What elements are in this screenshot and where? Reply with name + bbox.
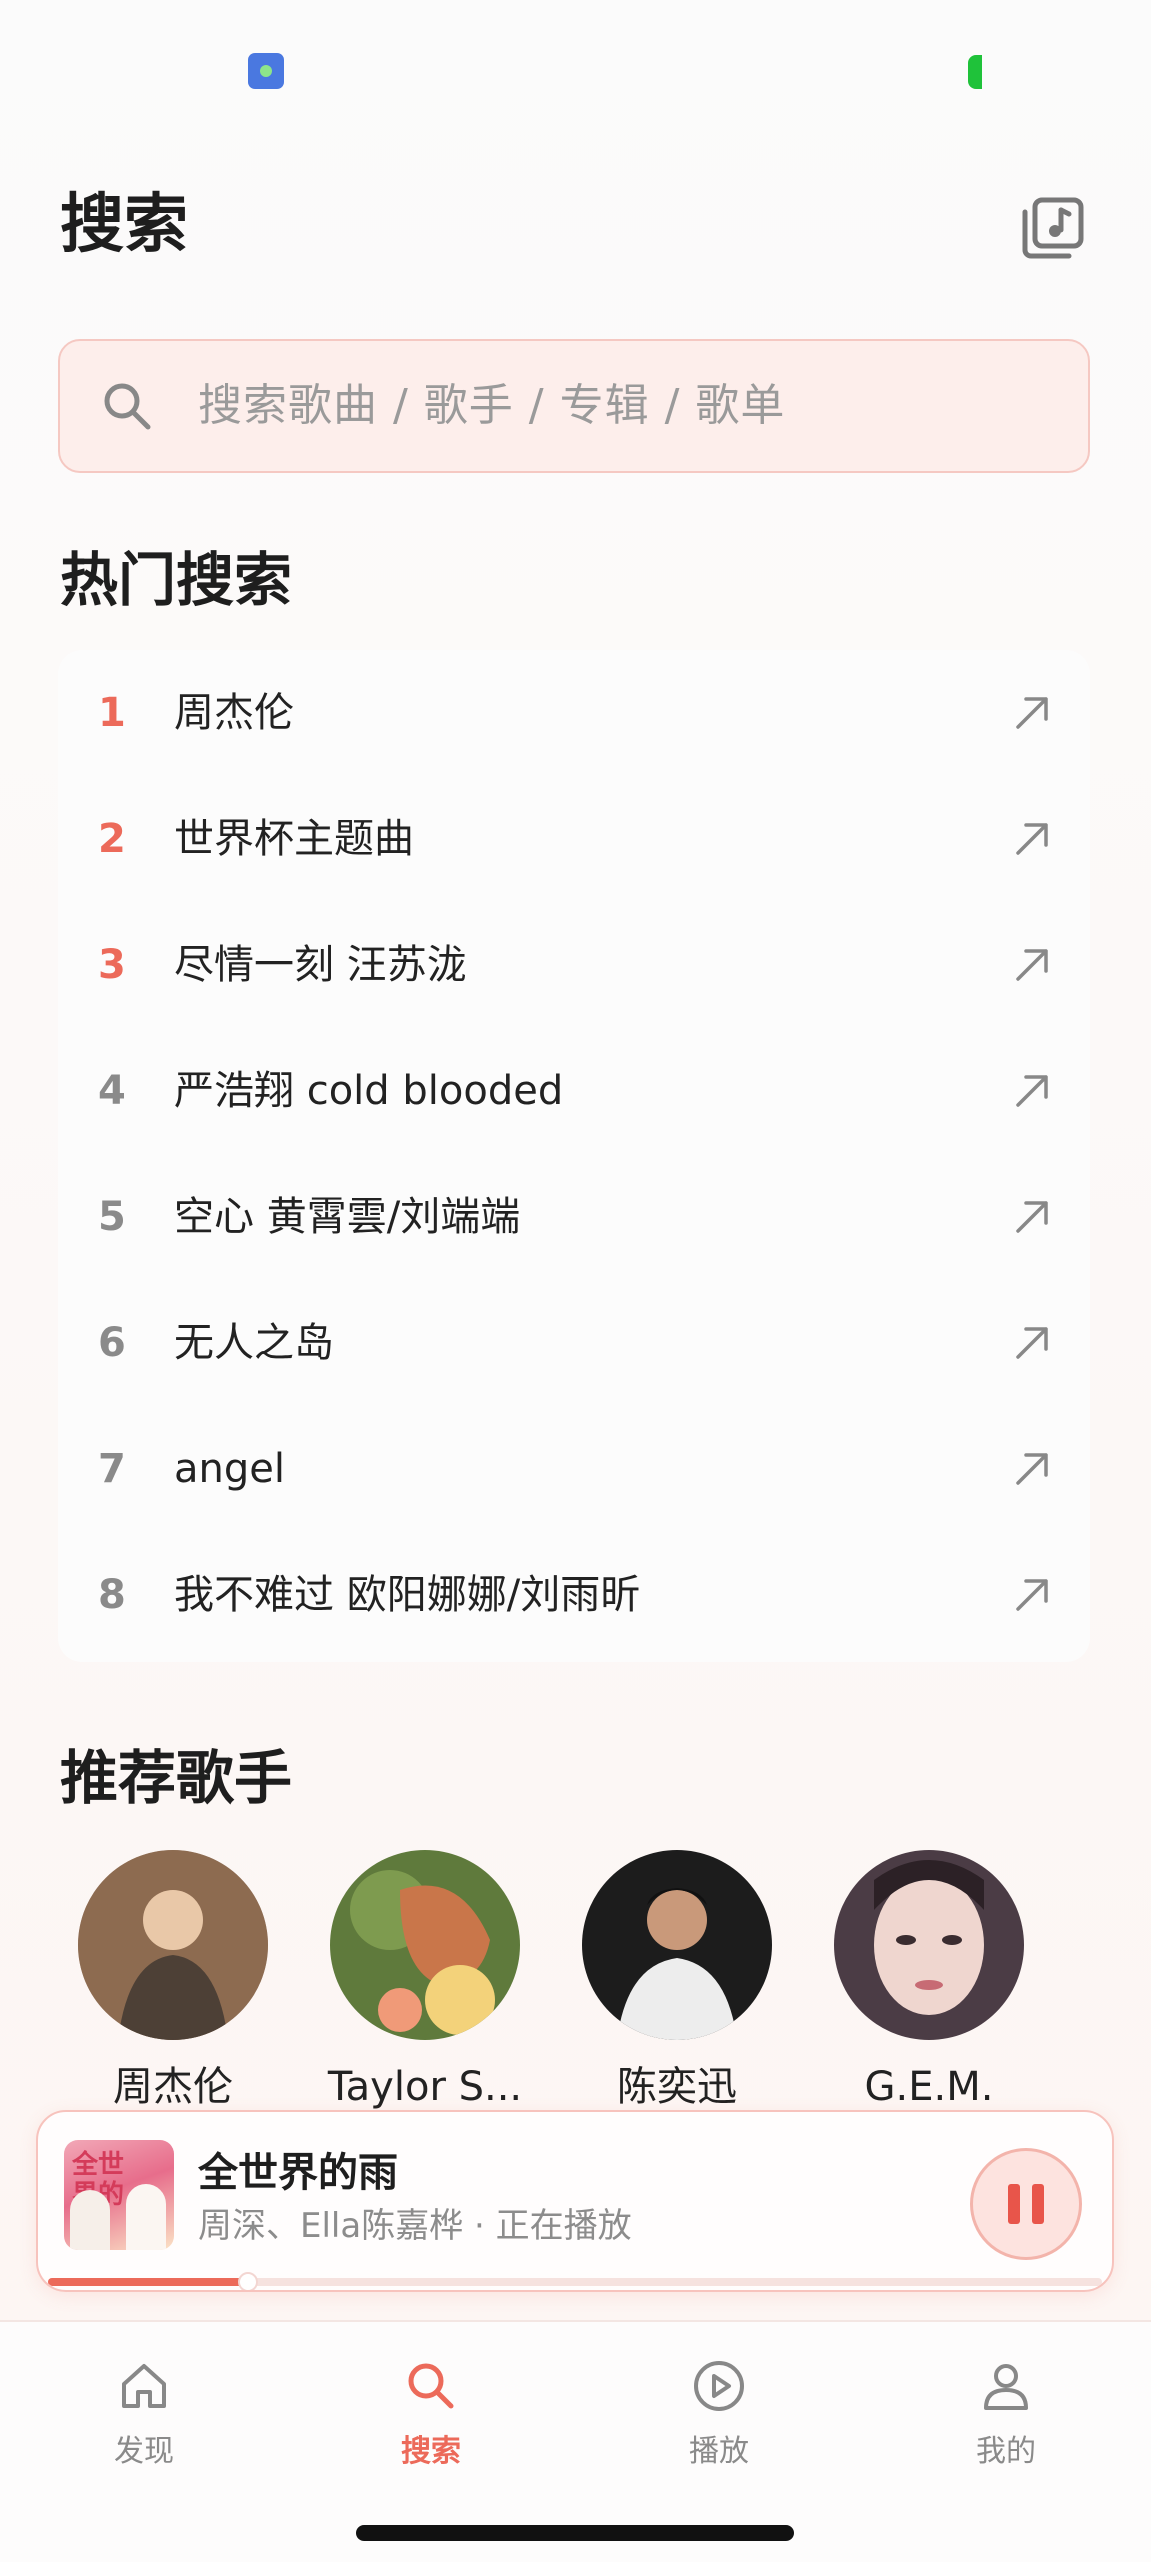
rank-number: 1 (98, 690, 126, 736)
now-playing-title: 全世界的雨 (198, 2150, 398, 2196)
singer-name: 周杰伦 (113, 2064, 233, 2110)
hot-search-item-7[interactable]: 7 angel (58, 1406, 1090, 1532)
rank-number: 8 (98, 1572, 126, 1618)
pause-button[interactable] (970, 2148, 1082, 2260)
singer-name: Taylor S... (327, 2064, 523, 2110)
hot-search-item-6[interactable]: 6 无人之岛 (58, 1280, 1090, 1406)
home-icon (122, 2364, 166, 2408)
progress-fill (48, 2278, 249, 2286)
album-cover: 全世界的雨 (64, 2140, 174, 2250)
tab-label: 播放 (689, 2434, 749, 2469)
arrow-up-right-icon (1016, 1201, 1048, 1233)
page-header: 搜索 (60, 180, 1091, 270)
hot-search-text: 尽情一刻 汪苏泷 (174, 942, 467, 988)
hot-search-text: 周杰伦 (174, 690, 294, 736)
arrow-up-right-icon (1016, 949, 1048, 981)
singer-avatar (582, 1850, 772, 2040)
hot-search-text: 我不难过 欧阳娜娜/刘雨昕 (174, 1572, 641, 1618)
music-library-icon (1022, 197, 1084, 259)
rank-number: 3 (98, 942, 126, 988)
tab-play[interactable]: 播放 (619, 2358, 819, 2472)
rank-number: 6 (98, 1320, 126, 1366)
search-placeholder: 搜索歌曲 / 歌手 / 专辑 / 歌单 (198, 380, 786, 431)
singer-avatar (330, 1850, 520, 2040)
status-indicator-icon (968, 55, 982, 89)
mini-player[interactable]: 全世界的雨 全世界的雨 周深、Ella陈嘉桦 · 正在播放 (36, 2110, 1114, 2292)
tab-label: 我的 (976, 2434, 1036, 2469)
rank-number: 2 (98, 816, 126, 862)
arrow-up-right-icon (1016, 823, 1048, 855)
hot-search-text: 无人之岛 (174, 1320, 334, 1366)
arrow-up-right-icon (1016, 1327, 1048, 1359)
singer-card-1[interactable]: 周杰伦 (58, 1850, 288, 2112)
pause-icon (1008, 2184, 1020, 2224)
hot-search-list: 1 周杰伦 2 世界杯主题曲 3 尽情一刻 汪苏泷 4 严浩翔 cold blo… (58, 650, 1090, 1662)
tab-discover[interactable]: 发现 (44, 2358, 244, 2472)
tab-label: 发现 (114, 2434, 174, 2469)
singer-card-2[interactable]: Taylor S... (310, 1850, 540, 2112)
singer-card-4[interactable]: G.E.M. (814, 1850, 1044, 2112)
home-indicator (356, 2525, 794, 2541)
progress-bar[interactable] (48, 2272, 1102, 2290)
now-playing-subtitle: 周深、Ella陈嘉桦 · 正在播放 (198, 2206, 632, 2246)
hot-search-text: 空心 黄霄雲/刘端端 (174, 1194, 521, 1240)
hot-search-text: 严浩翔 cold blooded (174, 1068, 564, 1114)
search-icon (408, 2363, 454, 2409)
arrow-up-right-icon (1016, 1075, 1048, 1107)
arrow-up-right-icon (1016, 1579, 1048, 1611)
hot-search-title: 热门搜索 (60, 546, 293, 614)
hot-search-item-1[interactable]: 1 周杰伦 (58, 650, 1090, 776)
play-circle-icon (694, 2361, 744, 2411)
rank-number: 4 (98, 1068, 126, 1114)
search-icon (104, 383, 151, 430)
arrow-up-right-icon (1016, 697, 1048, 729)
singer-avatar (78, 1850, 268, 2040)
page-title: 搜索 (60, 188, 188, 262)
singer-name: 陈奕迅 (617, 2064, 737, 2110)
progress-knob[interactable] (238, 2272, 259, 2290)
singer-avatar (834, 1850, 1024, 2040)
recommended-singers-title: 推荐歌手 (60, 1744, 293, 1812)
hot-search-item-2[interactable]: 2 世界杯主题曲 (58, 776, 1090, 902)
search-bar[interactable]: 搜索歌曲 / 歌手 / 专辑 / 歌单 (58, 339, 1090, 473)
hot-search-text: angel (174, 1446, 285, 1492)
singer-name: G.E.M. (864, 2064, 994, 2110)
music-library-button[interactable] (1015, 190, 1091, 266)
hot-search-item-4[interactable]: 4 严浩翔 cold blooded (58, 1028, 1090, 1154)
hot-search-text: 世界杯主题曲 (174, 816, 414, 862)
pause-icon-bar (1032, 2184, 1044, 2224)
hot-search-item-5[interactable]: 5 空心 黄霄雲/刘端端 (58, 1154, 1090, 1280)
hot-search-item-3[interactable]: 3 尽情一刻 汪苏泷 (58, 902, 1090, 1028)
tab-mine[interactable]: 我的 (906, 2358, 1106, 2472)
user-icon (984, 2364, 1028, 2410)
tab-label: 搜索 (401, 2434, 461, 2469)
app-notification-icon (248, 53, 284, 89)
arrow-up-right-icon (1016, 1453, 1048, 1485)
singer-card-3[interactable]: 陈奕迅 (562, 1850, 792, 2112)
singer-carousel[interactable]: 周杰伦 Taylor S... 陈奕迅 G.E.M. (58, 1850, 1090, 2120)
tab-search[interactable]: 搜索 (331, 2358, 531, 2472)
status-bar (0, 0, 1151, 140)
hot-search-item-8[interactable]: 8 我不难过 欧阳娜娜/刘雨昕 (58, 1532, 1090, 1658)
rank-number: 7 (98, 1446, 126, 1492)
rank-number: 5 (98, 1194, 126, 1240)
